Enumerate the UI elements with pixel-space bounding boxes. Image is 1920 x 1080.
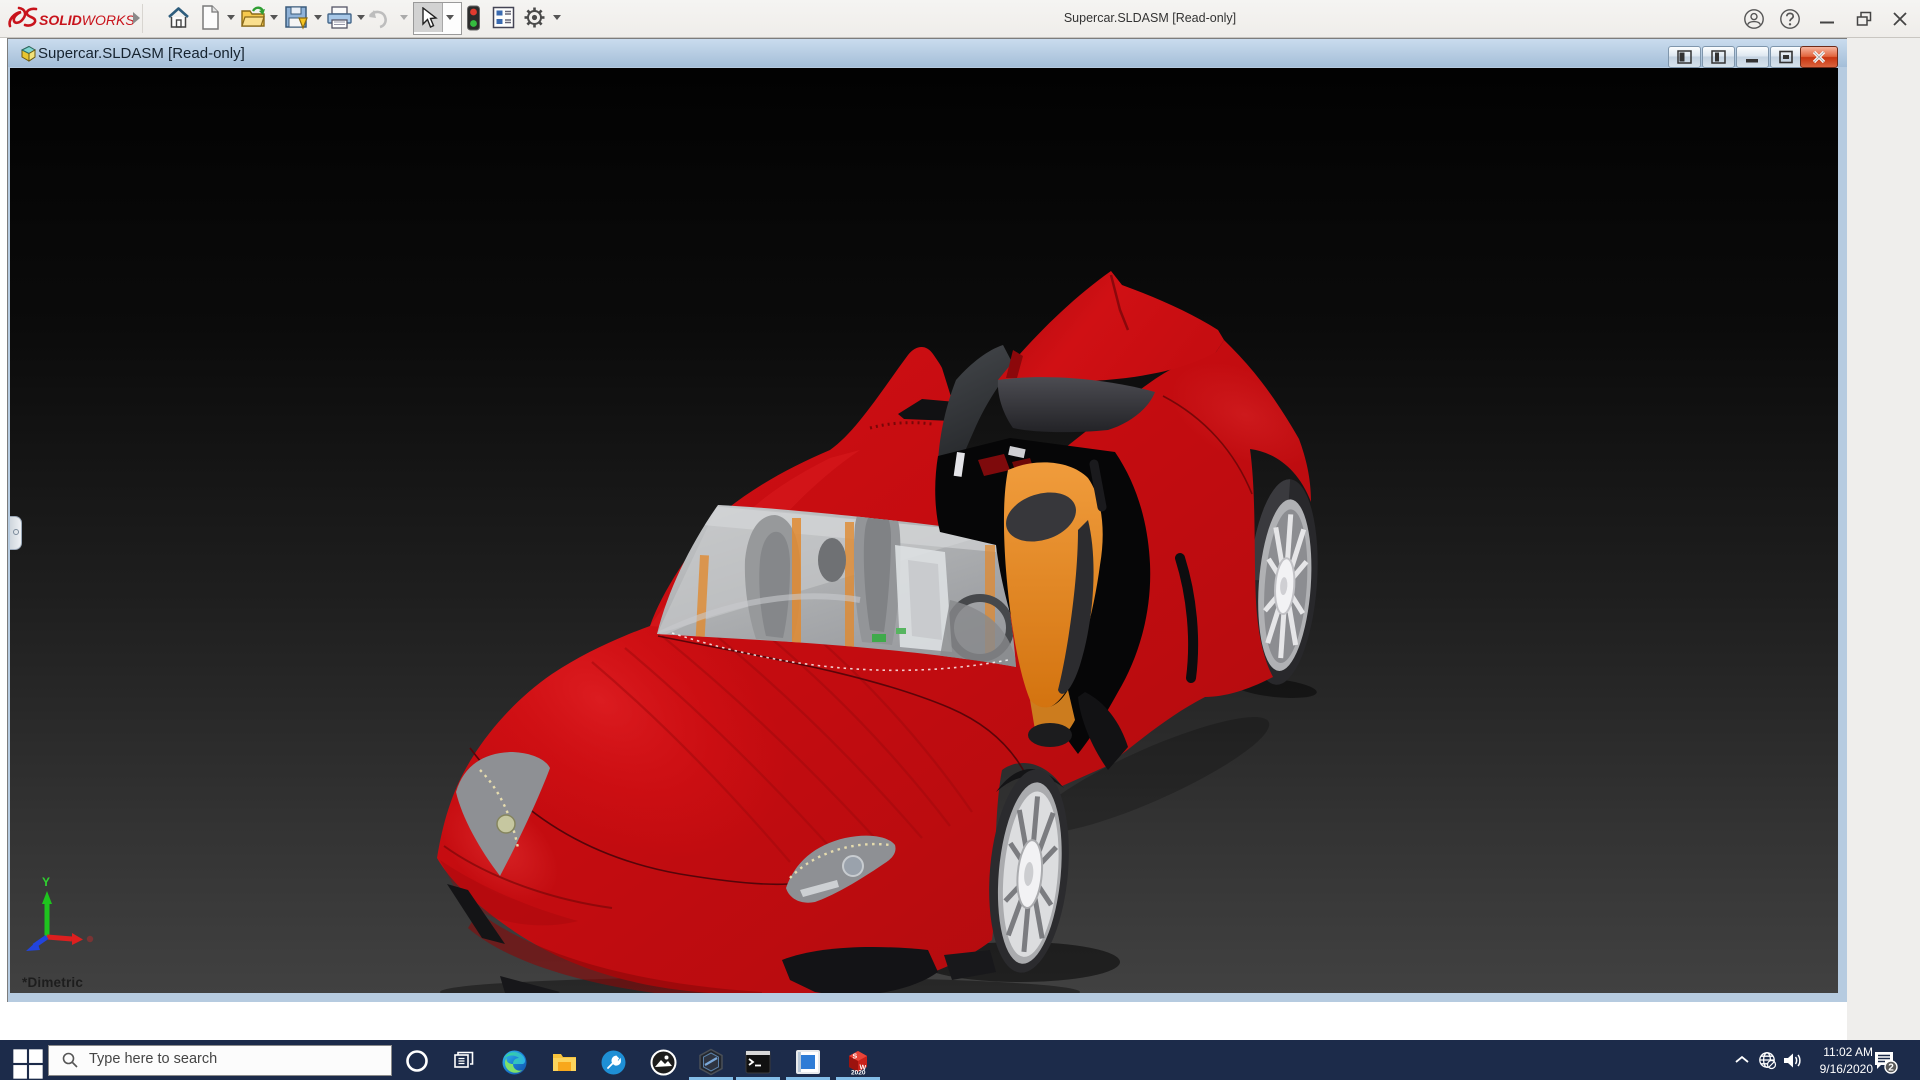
svg-text:2020: 2020	[851, 1070, 866, 1077]
svg-text:S: S	[853, 1053, 858, 1061]
svg-text:2: 2	[1888, 1063, 1894, 1074]
svg-text:Y: Y	[42, 875, 50, 889]
svg-text:SOLIDWORKS: SOLIDWORKS	[39, 12, 135, 28]
